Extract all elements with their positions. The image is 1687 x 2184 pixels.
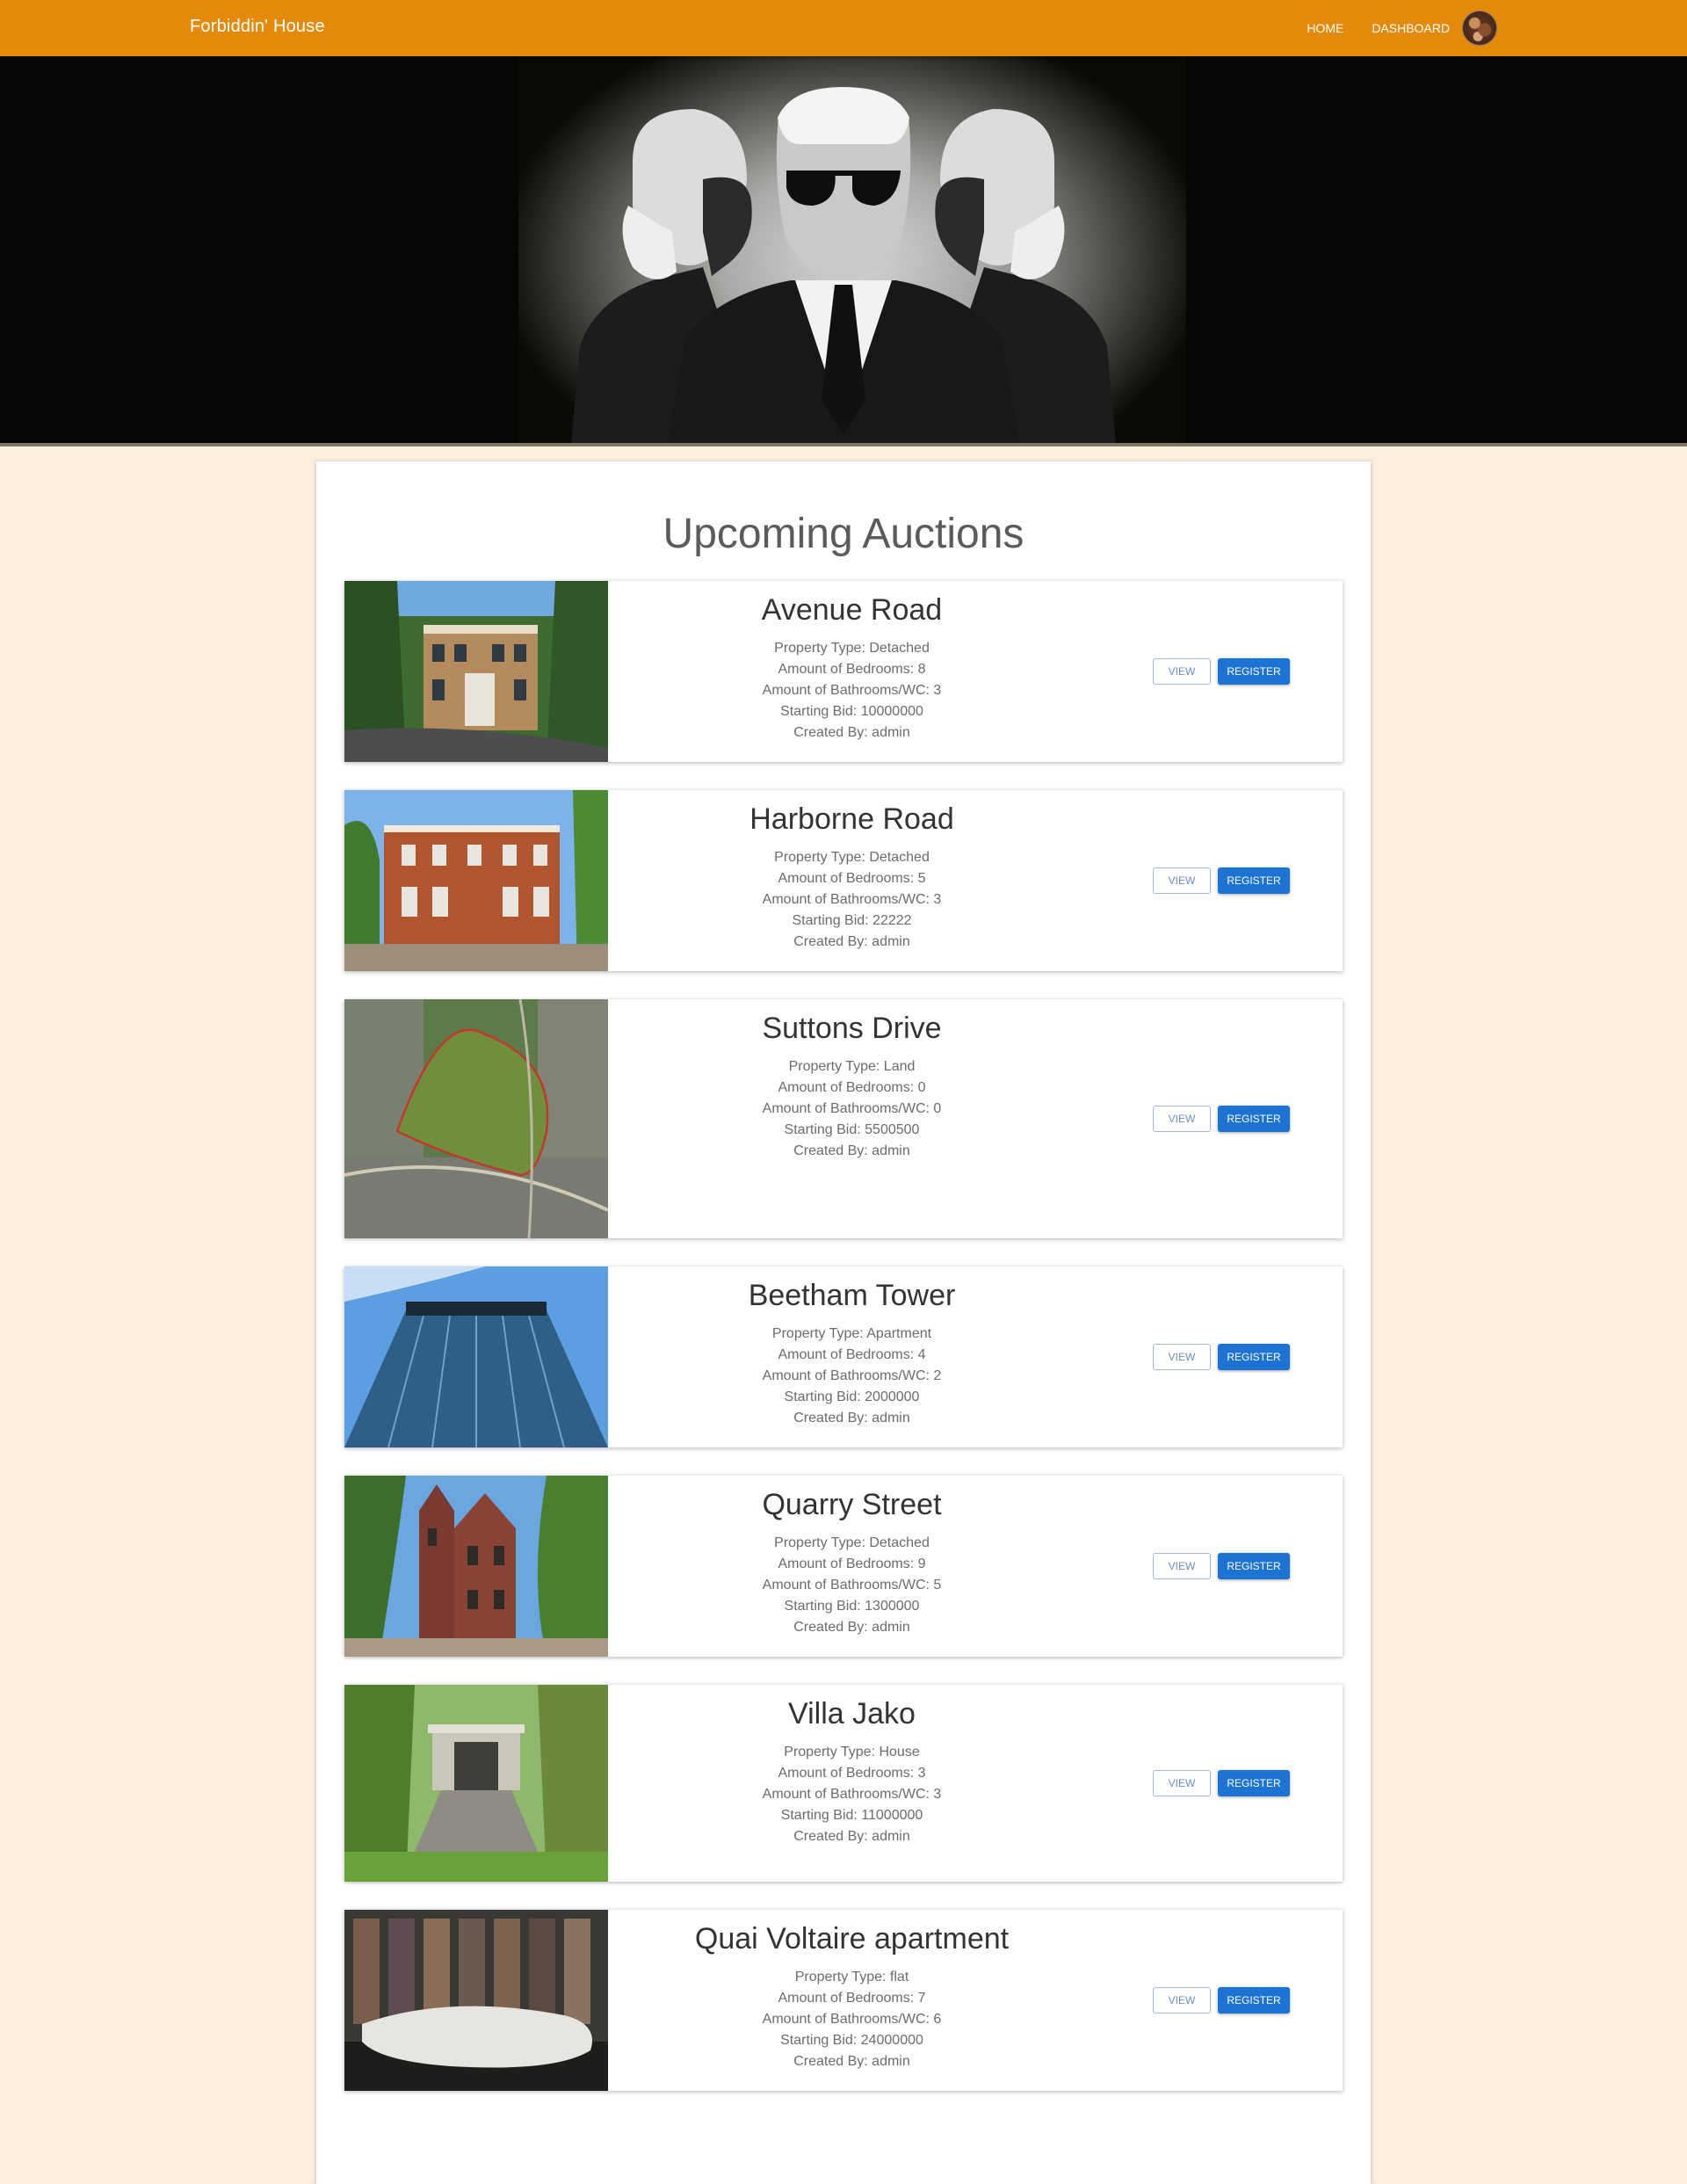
property-bedrooms: Amount of Bedrooms: 7: [778, 1991, 926, 2006]
auction-actions: VIEW REGISTER: [1153, 1553, 1293, 1579]
property-details: Avenue Road Property Type: Detached Amou…: [608, 581, 1096, 744]
property-starting-bid: Starting Bid: 5500500: [784, 1122, 920, 1137]
property-bathrooms: Amount of Bathrooms/WC: 2: [762, 1368, 942, 1383]
auction-card: Quai Voltaire apartment Property Type: f…: [344, 1910, 1343, 2091]
auction-actions: VIEW REGISTER: [1153, 1770, 1293, 1796]
property-type: Property Type: flat: [794, 1970, 909, 1984]
property-image[interactable]: [344, 1266, 608, 1448]
property-details: Beetham Tower Property Type: Apartment A…: [608, 1266, 1096, 1429]
auction-actions: VIEW REGISTER: [1153, 1987, 1293, 2013]
property-bathrooms: Amount of Bathrooms/WC: 6: [762, 2012, 942, 2027]
auction-card: Quarry Street Property Type: Detached Am…: [344, 1476, 1343, 1657]
property-created-by: Created By: admin: [793, 1143, 910, 1158]
property-image[interactable]: [344, 999, 608, 1238]
property-image[interactable]: [344, 1910, 608, 2091]
view-button[interactable]: VIEW: [1153, 1987, 1211, 2013]
property-bedrooms: Amount of Bedrooms: 0: [778, 1080, 926, 1095]
hero-divider: [0, 443, 1687, 446]
view-button[interactable]: VIEW: [1153, 1344, 1211, 1370]
property-bathrooms: Amount of Bathrooms/WC: 3: [762, 683, 942, 698]
auction-card: Harborne Road Property Type: Detached Am…: [344, 790, 1343, 971]
property-type: Property Type: Land: [788, 1059, 916, 1074]
register-button[interactable]: REGISTER: [1218, 658, 1290, 685]
register-button[interactable]: REGISTER: [1218, 1553, 1290, 1579]
property-type: Property Type: House: [784, 1745, 920, 1760]
property-type: Property Type: Detached: [774, 641, 930, 656]
section-title: Upcoming Auctions: [662, 511, 1025, 557]
auction-card: Suttons Drive Property Type: Land Amount…: [344, 999, 1343, 1238]
property-created-by: Created By: admin: [793, 1829, 910, 1844]
view-button[interactable]: VIEW: [1153, 1770, 1211, 1796]
property-details: Quai Voltaire apartment Property Type: f…: [608, 1910, 1096, 2072]
property-name: Villa Jako: [788, 1697, 916, 1731]
property-image[interactable]: [344, 581, 608, 762]
hero-illustration: [571, 87, 1116, 443]
auction-actions: VIEW REGISTER: [1153, 1344, 1293, 1370]
property-bathrooms: Amount of Bathrooms/WC: 0: [762, 1101, 942, 1116]
auction-card: Beetham Tower Property Type: Apartment A…: [344, 1266, 1343, 1448]
property-type: Property Type: Detached: [774, 1535, 930, 1550]
register-button[interactable]: REGISTER: [1218, 1987, 1290, 2013]
property-image[interactable]: [344, 1476, 608, 1657]
view-button[interactable]: VIEW: [1153, 658, 1211, 685]
property-bedrooms: Amount of Bedrooms: 5: [778, 871, 926, 886]
property-image[interactable]: [344, 1685, 608, 1882]
property-name: Suttons Drive: [762, 1012, 942, 1045]
auction-card: Avenue Road Property Type: Detached Amou…: [344, 581, 1343, 762]
nav-links: HOME DASHBOARD: [1278, 0, 1497, 56]
property-bathrooms: Amount of Bathrooms/WC: 5: [762, 1578, 942, 1593]
property-bedrooms: Amount of Bedrooms: 3: [778, 1766, 926, 1781]
property-starting-bid: Starting Bid: 2000000: [784, 1389, 920, 1404]
auctions-panel: Upcoming Auctions Avenue Road Property T…: [316, 461, 1371, 2184]
nav-dashboard-link[interactable]: DASHBOARD: [1372, 21, 1450, 35]
auction-actions: VIEW REGISTER: [1153, 1106, 1293, 1132]
register-button[interactable]: REGISTER: [1218, 867, 1290, 894]
property-bathrooms: Amount of Bathrooms/WC: 3: [762, 1787, 942, 1802]
property-type: Property Type: Detached: [774, 850, 930, 865]
nav-home-link[interactable]: HOME: [1307, 21, 1343, 35]
user-avatar[interactable]: [1462, 11, 1497, 46]
register-button[interactable]: REGISTER: [1218, 1106, 1290, 1132]
view-button[interactable]: VIEW: [1153, 1553, 1211, 1579]
property-details: Suttons Drive Property Type: Land Amount…: [608, 999, 1096, 1162]
property-bathrooms: Amount of Bathrooms/WC: 3: [762, 892, 942, 907]
property-name: Quai Voltaire apartment: [694, 1922, 1010, 1955]
property-name: Quarry Street: [762, 1488, 942, 1521]
property-starting-bid: Starting Bid: 1300000: [784, 1599, 920, 1614]
property-created-by: Created By: admin: [793, 1620, 910, 1635]
property-bedrooms: Amount of Bedrooms: 4: [778, 1347, 926, 1362]
property-name: Beetham Tower: [748, 1279, 956, 1312]
view-button[interactable]: VIEW: [1153, 867, 1211, 894]
property-starting-bid: Starting Bid: 11000000: [780, 1808, 923, 1823]
property-details: Harborne Road Property Type: Detached Am…: [608, 790, 1096, 953]
property-bedrooms: Amount of Bedrooms: 8: [778, 662, 926, 677]
property-starting-bid: Starting Bid: 22222: [792, 913, 912, 928]
top-navbar: Forbiddin' House HOME DASHBOARD: [0, 0, 1687, 56]
hero-banner: [0, 56, 1687, 443]
property-created-by: Created By: admin: [793, 2054, 910, 2069]
auction-actions: VIEW REGISTER: [1153, 867, 1293, 894]
view-button[interactable]: VIEW: [1153, 1106, 1211, 1132]
property-starting-bid: Starting Bid: 24000000: [780, 2033, 923, 2048]
auction-card: Villa Jako Property Type: House Amount o…: [344, 1685, 1343, 1882]
property-image[interactable]: [344, 790, 608, 971]
property-created-by: Created By: admin: [793, 1411, 910, 1426]
property-name: Harborne Road: [749, 802, 954, 836]
property-type: Property Type: Apartment: [771, 1326, 932, 1341]
register-button[interactable]: REGISTER: [1218, 1344, 1290, 1370]
register-button[interactable]: REGISTER: [1218, 1770, 1290, 1796]
property-created-by: Created By: admin: [793, 725, 910, 740]
property-bedrooms: Amount of Bedrooms: 9: [778, 1556, 926, 1571]
property-details: Quarry Street Property Type: Detached Am…: [608, 1476, 1096, 1638]
auction-actions: VIEW REGISTER: [1153, 658, 1293, 685]
property-details: Villa Jako Property Type: House Amount o…: [608, 1685, 1096, 1847]
property-starting-bid: Starting Bid: 10000000: [780, 704, 923, 719]
property-created-by: Created By: admin: [793, 934, 910, 949]
property-name: Avenue Road: [761, 593, 943, 627]
brand-title[interactable]: Forbiddin' House: [190, 17, 325, 37]
